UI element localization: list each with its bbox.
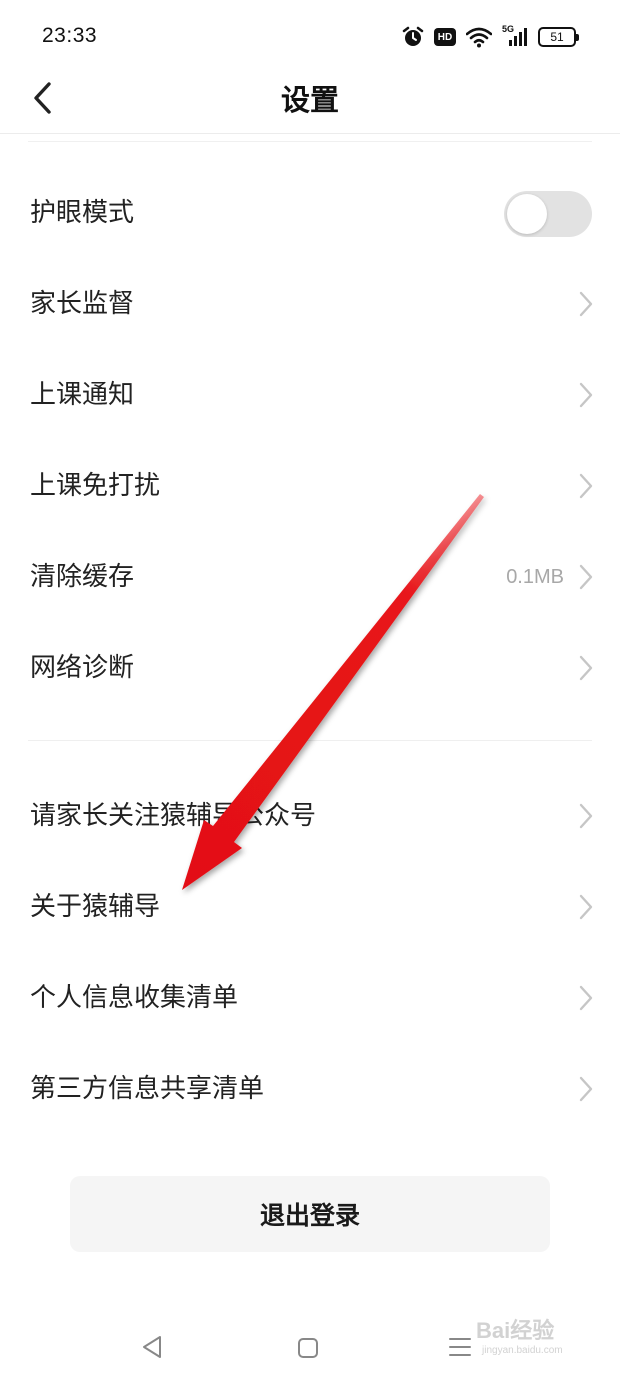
chevron-right-icon [579, 382, 593, 408]
chevron-right-icon [579, 894, 593, 920]
settings-row-label: 上课通知 [30, 380, 135, 410]
chevron-right-icon [579, 803, 593, 829]
chevron-right-icon [579, 655, 593, 681]
chevron-right-icon [579, 985, 593, 1011]
chevron-right-icon [579, 473, 593, 499]
header: 设置 [0, 72, 620, 134]
settings-row-label: 上课免打扰 [30, 471, 161, 501]
status-bar: 23:33 HD 5G 51 [0, 0, 620, 72]
signal-5g-icon: 5G [502, 24, 528, 48]
hd-icon: HD [434, 28, 456, 46]
settings-row-eye-protection: 护眼模式 [0, 168, 620, 258]
settings-row-third-party-sharing[interactable]: 第三方信息共享清单 [0, 1044, 620, 1134]
chevron-right-icon [579, 291, 593, 317]
settings-row-follow-official-account[interactable]: 请家长关注猿辅导公众号 [0, 771, 620, 861]
settings-row-network-diagnosis[interactable]: 网络诊断 [0, 623, 620, 713]
settings-row-label: 家长监督 [30, 289, 135, 319]
chevron-right-icon [579, 564, 593, 590]
settings-row-label: 网络诊断 [30, 653, 135, 683]
settings-row-label: 请家长关注猿辅导公众号 [30, 801, 317, 831]
cache-size-value: 0.1MB [506, 566, 564, 588]
alarm-icon [402, 26, 424, 48]
nav-back-icon[interactable] [140, 1334, 164, 1364]
toggle-knob [507, 194, 547, 234]
wifi-icon [466, 26, 492, 48]
section-divider [28, 740, 592, 741]
settings-row-do-not-disturb[interactable]: 上课免打扰 [0, 441, 620, 531]
settings-row-label: 护眼模式 [30, 198, 135, 228]
settings-row-label: 个人信息收集清单 [30, 983, 239, 1013]
settings-row-class-notification[interactable]: 上课通知 [0, 350, 620, 440]
chevron-right-icon [579, 1076, 593, 1102]
settings-row-clear-cache[interactable]: 清除缓存 0.1MB [0, 532, 620, 622]
battery-level: 51 [550, 30, 564, 44]
settings-row-parent-supervision[interactable]: 家长监督 [0, 259, 620, 349]
settings-row-label: 关于猿辅导 [30, 892, 161, 922]
nav-menu-icon[interactable] [448, 1336, 472, 1362]
status-time: 23:33 [42, 24, 98, 47]
page-title: 设置 [280, 83, 339, 117]
settings-row-label: 清除缓存 [30, 562, 135, 592]
settings-row-personal-info-list[interactable]: 个人信息收集清单 [0, 953, 620, 1043]
settings-row-label: 第三方信息共享清单 [30, 1074, 265, 1104]
logout-button[interactable]: 退出登录 [70, 1176, 550, 1252]
settings-row-about[interactable]: 关于猿辅导 [0, 862, 620, 952]
battery-icon: 51 [538, 27, 579, 47]
status-icons: HD 5G 51 [402, 24, 579, 50]
nav-home-icon[interactable] [296, 1336, 320, 1364]
divider [28, 141, 592, 142]
eye-protection-toggle[interactable] [504, 191, 592, 237]
baidu-jingyan-watermark: Bai经验 jingyan.baidu.com [476, 1318, 563, 1356]
